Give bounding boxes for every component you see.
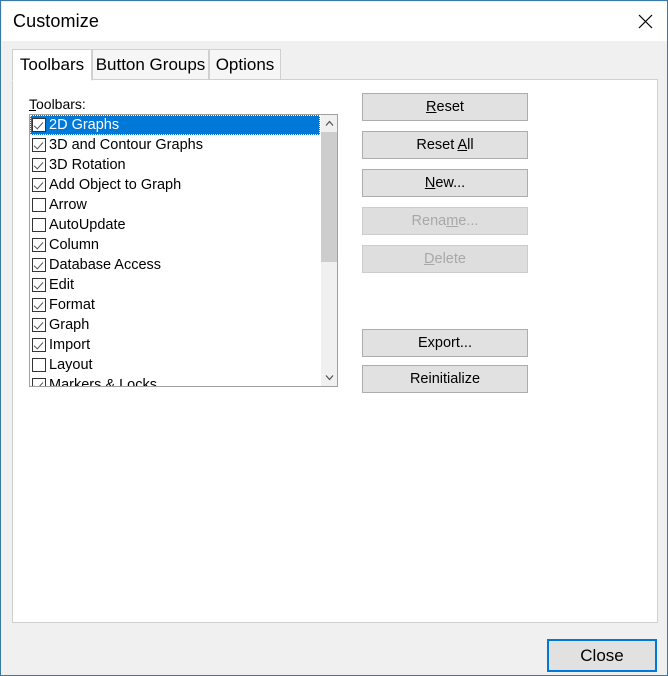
chevron-up-icon[interactable] [321, 115, 338, 132]
list-item[interactable]: Edit [30, 275, 320, 295]
toolbars-list-scrollbar[interactable] [320, 115, 337, 386]
export-button-label: Export... [418, 335, 472, 351]
title-bar: Customize [2, 2, 668, 41]
label-accelerator: R [426, 99, 436, 115]
tab-options-label: Options [216, 55, 275, 75]
tab-toolbars[interactable]: Toolbars [12, 49, 92, 81]
reinitialize-button[interactable]: Reinitialize [362, 365, 528, 393]
list-item[interactable]: 3D Rotation [30, 155, 320, 175]
list-item-label: AutoUpdate [49, 218, 126, 233]
reset-all-button[interactable]: Reset All [362, 131, 528, 159]
window-title: Customize [13, 11, 99, 32]
list-item-label: Arrow [49, 198, 87, 213]
list-item[interactable]: Graph [30, 315, 320, 335]
toolbars-list-label-rest: oolbars: [36, 96, 86, 112]
rename-button: Rename... [362, 207, 528, 235]
toolbars-listbox[interactable]: 2D Graphs 3D and Contour Graphs 3D Rotatio… [29, 114, 338, 387]
list-item[interactable]: Arrow [30, 195, 320, 215]
tab-button-groups[interactable]: Button Groups [92, 49, 209, 80]
checkbox-checked-icon[interactable] [32, 158, 46, 172]
list-item[interactable]: 3D and Contour Graphs [30, 135, 320, 155]
checkbox-unchecked-icon[interactable] [32, 358, 46, 372]
scrollbar-track[interactable] [321, 132, 338, 369]
rename-button-label: Rename... [412, 213, 479, 229]
list-item-label: Layout [49, 358, 93, 373]
list-item[interactable]: Layout [30, 355, 320, 375]
label-post: ll [467, 137, 473, 153]
label-pre: Reset [416, 137, 457, 153]
checkbox-unchecked-icon[interactable] [32, 198, 46, 212]
close-button-label: Close [580, 646, 623, 666]
checkbox-checked-icon[interactable] [32, 278, 46, 292]
list-item-label: Edit [49, 278, 74, 293]
close-icon[interactable] [622, 2, 668, 40]
label-accelerator: D [424, 251, 434, 267]
checkbox-checked-icon[interactable] [32, 338, 46, 352]
chevron-down-icon[interactable] [321, 369, 338, 386]
list-item-label: Markers & Locks [49, 378, 157, 386]
list-item[interactable]: Markers & Locks [30, 375, 320, 386]
tab-strip: Toolbars Button Groups Options [12, 49, 658, 80]
list-item-label: 3D Rotation [49, 158, 126, 173]
customize-dialog: Customize Toolbars Button Groups Options… [0, 0, 668, 676]
label-accelerator: m [446, 213, 458, 229]
delete-button: Delete [362, 245, 528, 273]
label-pre: Rena [412, 213, 447, 229]
scrollbar-thumb[interactable] [321, 132, 338, 262]
new-button-label: New... [425, 175, 465, 191]
label-post: eset [437, 99, 464, 115]
toolbars-tab-panel: Toolbars: 2D Graphs 3D and Contour Graphs… [12, 79, 658, 623]
list-item[interactable]: Database Access [30, 255, 320, 275]
list-item-label: Add Object to Graph [49, 178, 181, 193]
list-item[interactable]: 2D Graphs [30, 115, 320, 135]
list-item[interactable]: AutoUpdate [30, 215, 320, 235]
label-accelerator: N [425, 175, 435, 191]
label-post: ew... [435, 175, 465, 191]
list-item-label: Import [49, 338, 90, 353]
new-button[interactable]: New... [362, 169, 528, 197]
checkbox-checked-icon[interactable] [32, 138, 46, 152]
label-pre: Export... [418, 335, 472, 351]
reset-button[interactable]: Reset [362, 93, 528, 121]
toolbars-list-items: 2D Graphs 3D and Contour Graphs 3D Rotatio… [30, 115, 320, 386]
label-pre: Reinitialize [410, 371, 480, 387]
reinitialize-button-label: Reinitialize [410, 371, 480, 387]
checkbox-checked-icon[interactable] [32, 178, 46, 192]
checkbox-unchecked-icon[interactable] [32, 218, 46, 232]
delete-button-label: Delete [424, 251, 466, 267]
list-item-label: Graph [49, 318, 89, 333]
list-item-label: Database Access [49, 258, 161, 273]
list-item-label: Format [49, 298, 95, 313]
checkbox-checked-icon[interactable] [32, 118, 46, 132]
toolbars-list-label: Toolbars: [29, 96, 86, 112]
reset-button-label: Reset [426, 99, 464, 115]
tab-button-groups-label: Button Groups [96, 55, 206, 75]
list-item[interactable]: Add Object to Graph [30, 175, 320, 195]
list-item-label: Column [49, 238, 99, 253]
list-item-label: 3D and Contour Graphs [49, 138, 203, 153]
label-post: e... [458, 213, 478, 229]
checkbox-checked-icon[interactable] [32, 238, 46, 252]
checkbox-checked-icon[interactable] [32, 298, 46, 312]
close-button[interactable]: Close [547, 639, 657, 672]
tab-options[interactable]: Options [209, 49, 281, 80]
list-item-label: 2D Graphs [49, 118, 119, 133]
list-item[interactable]: Import [30, 335, 320, 355]
checkbox-checked-icon[interactable] [32, 318, 46, 332]
reset-all-button-label: Reset All [416, 137, 473, 153]
list-item[interactable]: Format [30, 295, 320, 315]
list-item[interactable]: Column [30, 235, 320, 255]
tab-toolbars-label: Toolbars [20, 55, 84, 75]
label-accelerator: A [457, 137, 467, 153]
toolbars-list-label-accel: T [29, 96, 36, 112]
label-post: elete [435, 251, 466, 267]
export-button[interactable]: Export... [362, 329, 528, 357]
checkbox-checked-icon[interactable] [32, 378, 46, 386]
checkbox-checked-icon[interactable] [32, 258, 46, 272]
